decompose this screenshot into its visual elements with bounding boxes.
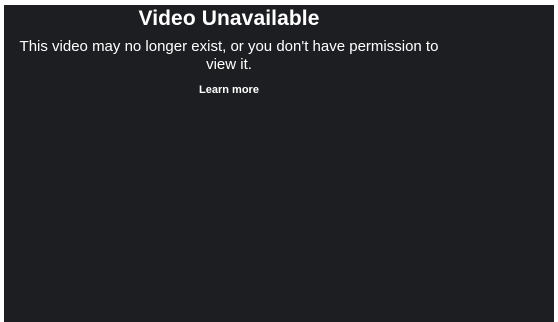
video-error-panel: Video Unavailable This video may no long… xyxy=(4,5,454,98)
error-message: This video may no longer exist, or you d… xyxy=(19,38,439,73)
video-player: Video Unavailable This video may no long… xyxy=(4,5,554,322)
error-title: Video Unavailable xyxy=(138,7,320,30)
learn-more-link[interactable]: Learn more xyxy=(199,84,259,97)
